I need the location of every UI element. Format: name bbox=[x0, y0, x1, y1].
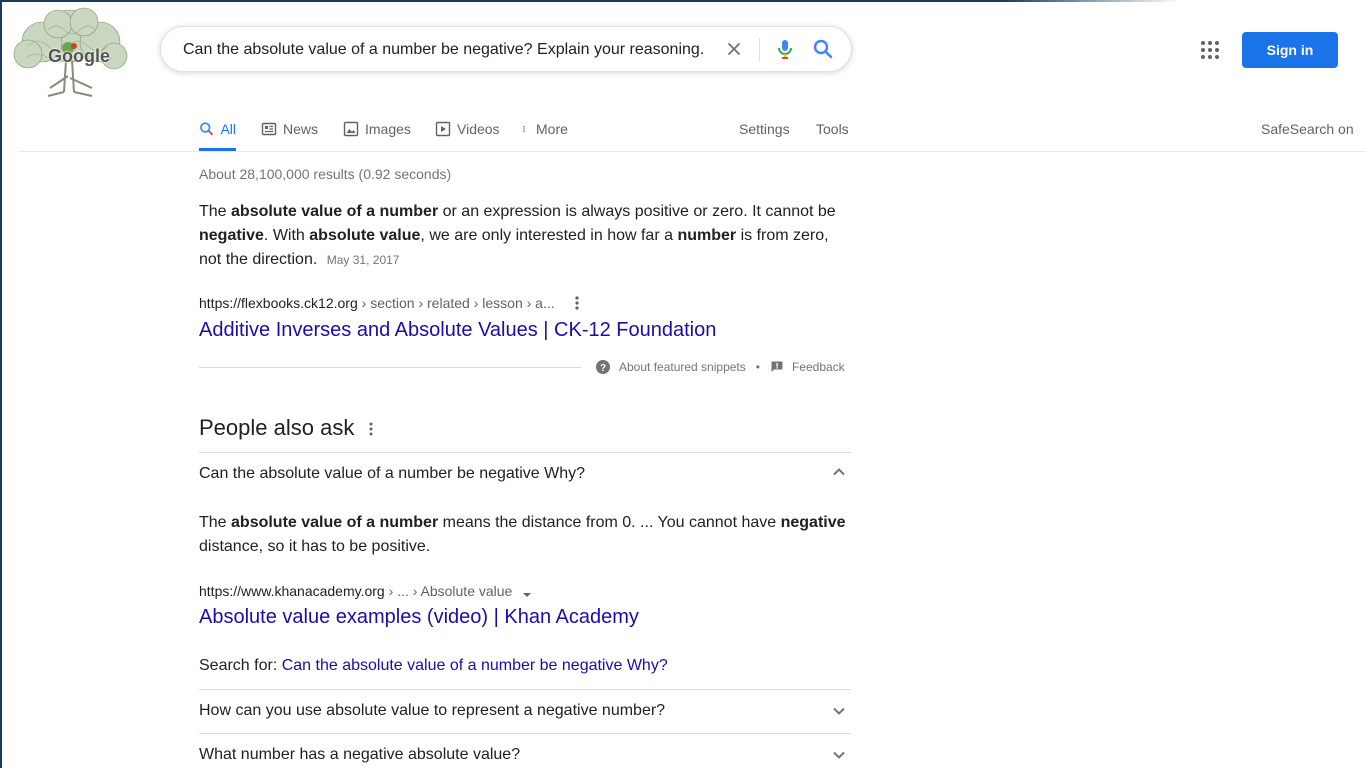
people-also-ask-title: People also ask bbox=[199, 415, 355, 440]
apps-grid-icon[interactable] bbox=[1198, 38, 1222, 62]
paa-divider bbox=[199, 733, 851, 734]
svg-text:?: ? bbox=[600, 363, 606, 374]
chevron-down-icon[interactable] bbox=[830, 746, 848, 764]
result-options-icon[interactable] bbox=[570, 295, 584, 311]
more-vert-icon bbox=[523, 126, 525, 132]
images-icon bbox=[343, 121, 359, 137]
safesearch-status[interactable]: SafeSearch on bbox=[1261, 121, 1354, 137]
snippet-date: May 31, 2017 bbox=[326, 253, 400, 267]
feedback-link[interactable]: Feedback bbox=[792, 360, 845, 374]
tab-more-label: More bbox=[536, 121, 568, 137]
logo-text: Google bbox=[48, 46, 110, 66]
videos-icon bbox=[435, 121, 451, 137]
settings-link[interactable]: Settings bbox=[739, 121, 790, 137]
cite-path: › ... › Absolute value bbox=[384, 583, 513, 599]
google-logo[interactable]: Google bbox=[8, 6, 132, 98]
paa-question[interactable]: What number has a negative absolute valu… bbox=[199, 746, 520, 764]
tab-videos[interactable]: Videos bbox=[435, 114, 500, 150]
search-divider bbox=[759, 38, 760, 62]
chevron-down-icon[interactable] bbox=[830, 702, 848, 720]
window-left-border bbox=[0, 0, 2, 768]
window-top-border bbox=[0, 0, 1180, 2]
tab-all[interactable]: All bbox=[199, 114, 236, 151]
sign-in-button[interactable]: Sign in bbox=[1242, 32, 1338, 68]
cite-path: › section › related › lesson › a... bbox=[357, 295, 555, 311]
result-stats: About 28,100,000 results (0.92 seconds) bbox=[199, 166, 452, 182]
tab-videos-label: Videos bbox=[457, 121, 500, 137]
footer-separator: • bbox=[755, 360, 760, 374]
featured-snippet-text: The absolute value of a number or an exp… bbox=[199, 200, 851, 272]
paa-answer-cite[interactable]: https://www.khanacademy.org › ... › Abso… bbox=[199, 583, 512, 599]
clear-icon[interactable] bbox=[723, 38, 745, 60]
chevron-up-icon[interactable] bbox=[830, 463, 848, 481]
help-icon: ? bbox=[596, 360, 610, 374]
search-for-link[interactable]: Can the absolute value of a number be ne… bbox=[282, 657, 668, 674]
tab-news-label: News bbox=[283, 121, 319, 137]
snippet-footer: ? About featured snippets • Feedback bbox=[596, 360, 845, 374]
tab-images[interactable]: Images bbox=[343, 114, 411, 150]
snippet-divider bbox=[199, 367, 581, 368]
paa-answer-title[interactable]: Absolute value examples (video) | Khan A… bbox=[199, 606, 639, 629]
cite-domain: https://flexbooks.ck12.org bbox=[199, 295, 358, 311]
paa-answer-text: The absolute value of a number means the… bbox=[199, 514, 846, 555]
search-input[interactable] bbox=[181, 37, 715, 63]
tab-more[interactable]: More bbox=[522, 114, 568, 150]
search-for: Search for: Can the absolute value of a … bbox=[199, 657, 668, 675]
search-box bbox=[160, 26, 852, 72]
caret-down-icon[interactable] bbox=[522, 591, 532, 599]
paa-question[interactable]: Can the absolute value of a number be ne… bbox=[199, 465, 585, 483]
featured-text: The absolute value of a number or an exp… bbox=[199, 203, 836, 268]
feedback-icon bbox=[771, 361, 783, 372]
news-icon bbox=[261, 122, 277, 136]
microphone-icon[interactable] bbox=[773, 37, 797, 61]
paa-options-icon[interactable] bbox=[366, 421, 376, 437]
tab-all-label: All bbox=[220, 121, 236, 137]
tools-link[interactable]: Tools bbox=[816, 121, 849, 137]
tabs-divider bbox=[18, 151, 1366, 152]
paa-divider bbox=[199, 452, 851, 453]
about-snippets-link[interactable]: About featured snippets bbox=[619, 360, 746, 374]
search-submit-icon[interactable] bbox=[811, 37, 835, 61]
search-icon bbox=[200, 122, 214, 136]
featured-cite[interactable]: https://flexbooks.ck12.org › section › r… bbox=[199, 295, 555, 311]
search-for-label: Search for: bbox=[199, 657, 282, 674]
tab-news[interactable]: News bbox=[261, 114, 318, 150]
paa-divider bbox=[199, 689, 851, 690]
paa-question[interactable]: How can you use absolute value to repres… bbox=[199, 702, 665, 720]
featured-result-title[interactable]: Additive Inverses and Absolute Values | … bbox=[199, 319, 716, 342]
cite-domain: https://www.khanacademy.org bbox=[199, 583, 385, 599]
tab-images-label: Images bbox=[365, 121, 411, 137]
